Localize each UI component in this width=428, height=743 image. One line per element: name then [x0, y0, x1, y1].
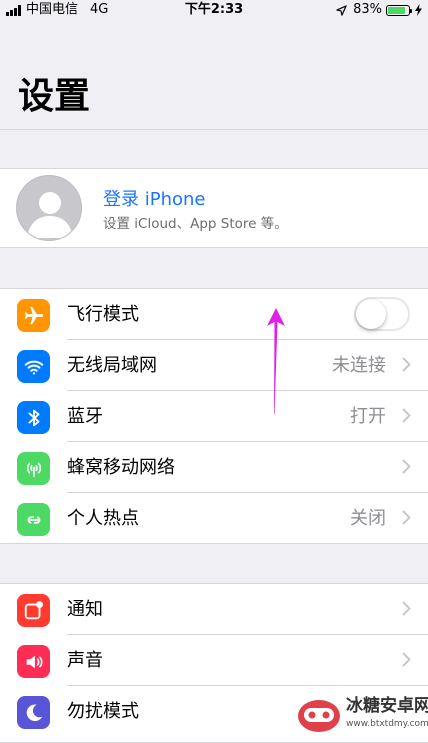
title-divider	[0, 129, 428, 130]
row-label: 通知	[67, 599, 103, 620]
airplane-icon	[17, 299, 50, 332]
battery-percent: 83%	[353, 2, 382, 17]
sounds-icon	[17, 645, 50, 678]
row-label: 蓝牙	[67, 406, 103, 427]
location-icon	[336, 4, 347, 16]
hotspot-status: 关闭	[350, 508, 386, 529]
watermark-logo-icon	[298, 700, 340, 732]
watermark: 冰糖安卓网 www.btxtdmy.com	[296, 692, 428, 736]
charging-icon	[415, 4, 422, 16]
apple-id-row[interactable]: 登录 iPhone 设置 iCloud、App Store 等。	[0, 168, 428, 248]
settings-row-personal-hotspot[interactable]: 个人热点 关闭	[0, 493, 428, 544]
row-label: 无线局域网	[67, 355, 157, 376]
settings-row-sounds[interactable]: 声音	[0, 635, 428, 686]
chevron-right-icon	[402, 652, 411, 667]
watermark-url: www.btxtdmy.com	[346, 719, 428, 729]
sign-in-subtitle: 设置 iCloud、App Store 等。	[103, 216, 288, 232]
chevron-right-icon	[402, 510, 411, 525]
settings-row-cellular[interactable]: 蜂窝移动网络	[0, 442, 428, 493]
chevron-right-icon	[402, 459, 411, 474]
chevron-right-icon	[402, 357, 411, 372]
notifications-icon	[17, 594, 50, 627]
sign-in-link[interactable]: 登录 iPhone	[103, 185, 205, 211]
settings-row-bluetooth[interactable]: 蓝牙 打开	[0, 391, 428, 442]
chevron-right-icon	[402, 601, 411, 616]
cellular-icon	[17, 452, 50, 485]
row-label: 个人热点	[67, 508, 139, 529]
row-label: 蜂窝移动网络	[67, 457, 175, 478]
person-silhouette-icon	[27, 192, 73, 238]
status-bar: 中国电信 4G 下午2:33 83%	[0, 0, 428, 20]
row-label: 勿扰模式	[67, 701, 139, 722]
avatar	[16, 175, 82, 241]
toggle-knob	[356, 299, 386, 329]
watermark-title: 冰糖安卓网	[346, 696, 428, 716]
chevron-right-icon	[402, 408, 411, 423]
settings-row-airplane-mode[interactable]: 飞行模式	[0, 289, 428, 340]
page-title: 设置	[18, 76, 91, 117]
settings-row-notifications[interactable]: 通知	[0, 584, 428, 635]
bluetooth-icon	[17, 401, 50, 434]
row-label: 声音	[67, 650, 103, 671]
wifi-status: 未连接	[332, 355, 386, 376]
battery-icon	[386, 4, 412, 16]
row-label: 飞行模式	[67, 304, 139, 325]
moon-icon	[17, 696, 50, 729]
connectivity-settings-group: 飞行模式 无线局域网 未连接 蓝牙 打开 蜂窝移动网络 个人热点 关闭	[0, 288, 428, 544]
bluetooth-status: 打开	[350, 406, 386, 427]
annotation-arrow	[267, 308, 285, 414]
wifi-icon	[17, 350, 50, 383]
settings-row-wifi[interactable]: 无线局域网 未连接	[0, 340, 428, 391]
hotspot-icon	[17, 503, 50, 536]
airplane-mode-toggle[interactable]	[354, 297, 410, 331]
